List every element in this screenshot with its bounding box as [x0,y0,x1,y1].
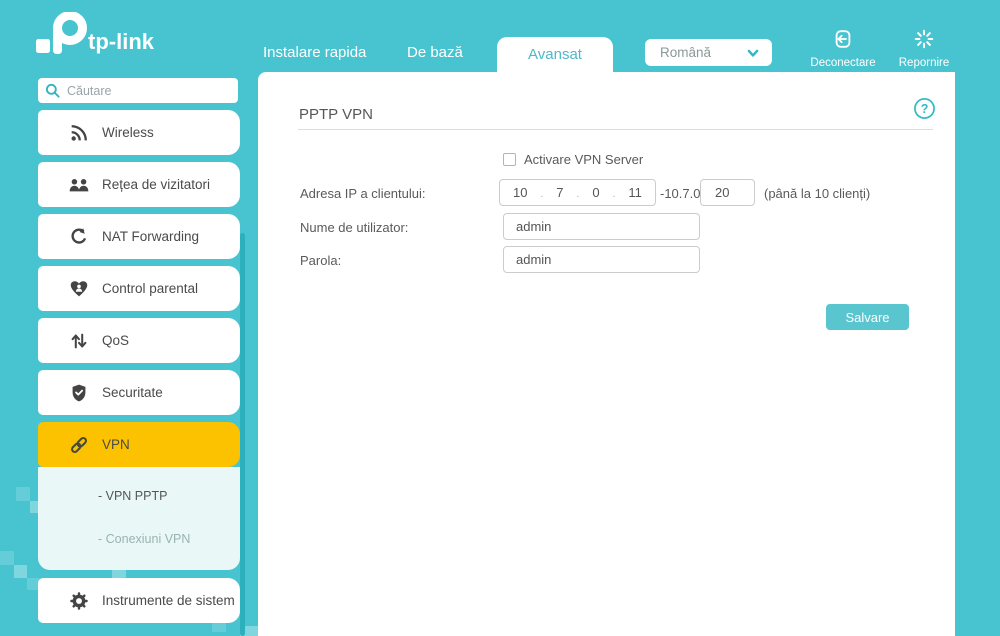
language-selected-value: Română [660,45,712,60]
submenu-item-vpn-connections[interactable]: - Conexiuni VPN [98,532,190,546]
save-button[interactable]: Salvare [826,304,909,330]
enable-vpn-server-checkbox[interactable] [503,153,516,166]
tab-quick-setup[interactable]: Instalare rapida [263,44,366,61]
sidebar-search[interactable] [38,78,238,103]
enable-vpn-server-label: Activare VPN Server [524,152,644,167]
reboot-button[interactable]: Repornire [879,28,969,69]
security-shield-icon [72,384,86,401]
svg-text:tp-link: tp-link [88,29,155,54]
nat-forwarding-icon [71,227,87,244]
sidebar-item-wireless[interactable]: Wireless [38,110,240,155]
guest-network-icon [69,178,89,191]
sidebar-item-label: Rețea de vizitatori [102,177,211,192]
sidebar-item-label: Securitate [102,385,163,400]
sidebar-item-parental-control[interactable]: Control parental [38,266,240,311]
ip-separator: . [612,189,616,200]
ip-octet-3: 0 [592,185,600,200]
wifi-icon [71,124,87,141]
username-label: Nume de utilizator: [300,220,409,235]
submenu-item-vpn-pptp[interactable]: - VPN PPTP [98,489,167,503]
tp-link-logo: tp-link [36,11,171,65]
logout-label: Deconectare [810,57,876,69]
ip-range-end-input[interactable]: 20 [700,179,755,206]
vpn-link-icon [70,436,88,453]
client-count-hint: (până la 10 clienți) [764,186,871,201]
password-input[interactable] [503,246,700,273]
logout-icon [835,30,851,48]
ip-separator: . [540,189,544,200]
help-button[interactable]: ? [913,97,936,125]
sidebar-item-label: VPN [102,437,130,452]
reboot-label: Repornire [898,57,950,69]
logout-button[interactable]: Deconectare [798,28,888,69]
ip-octet-4: 11 [628,185,642,200]
search-input[interactable] [67,83,232,98]
qos-arrows-icon [71,333,87,348]
help-icon: ? [914,98,935,119]
language-dropdown[interactable]: Română [645,39,772,66]
sidebar-item-label: NAT Forwarding [102,229,200,244]
svg-text:?: ? [921,102,929,116]
main-content-panel: PPTP VPN ? Activare VPN Server Adresa IP… [258,72,955,636]
sidebar-scrollbar[interactable] [240,233,245,636]
vpn-submenu: - VPN PPTP - Conexiuni VPN [38,467,240,570]
sidebar-item-nat-forwarding[interactable]: NAT Forwarding [38,214,240,259]
page-title: PPTP VPN [299,106,373,123]
sidebar-item-vpn[interactable]: VPN [38,422,240,467]
reboot-spinner-icon [914,29,934,49]
system-tools-gear-icon [70,591,88,610]
tab-advanced[interactable]: Avansat [497,37,613,72]
ip-octet-1: 10 [513,185,528,200]
sidebar-item-security[interactable]: Securitate [38,370,240,415]
parental-control-icon [70,280,88,296]
client-ip-input[interactable]: 10 . 7 . 0 . 11 [499,179,656,206]
tab-basic[interactable]: De bază [407,44,463,61]
title-divider [298,129,933,130]
ip-separator: . [576,189,580,200]
sidebar-item-label: Control parental [102,281,199,296]
client-ip-label: Adresa IP a clientului: [300,186,426,201]
sidebar-item-guest-network[interactable]: Rețea de vizitatori [38,162,240,207]
search-icon [45,83,60,98]
sidebar-item-label: Wireless [102,125,154,140]
password-label: Parola: [300,253,342,268]
sidebar-item-label: QoS [102,333,130,348]
ip-range-prefix: -10.7.0. [660,186,705,201]
sidebar-item-label: Instrumente de sistem [102,593,235,608]
sidebar-item-qos[interactable]: QoS [38,318,240,363]
chevron-down-icon [747,49,759,57]
username-input[interactable] [503,213,700,240]
ip-octet-2: 7 [556,185,564,200]
sidebar-item-system-tools[interactable]: Instrumente de sistem [38,578,240,623]
